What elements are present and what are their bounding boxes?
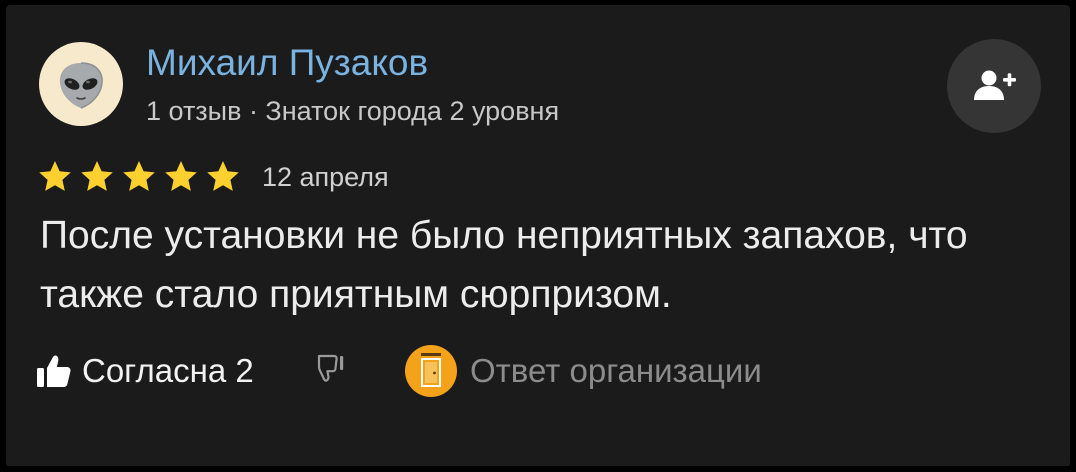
alien-emoji-icon [59, 62, 103, 109]
add-user-icon [974, 70, 1016, 100]
thumbs-up-icon [37, 355, 71, 387]
org-reply-button[interactable]: Ответ организации [405, 345, 762, 397]
like-button[interactable]: Согласна 2 [36, 346, 254, 396]
star-icon [207, 161, 239, 191]
review-date: 12 апреля [262, 162, 389, 192]
author-meta: 1 отзыв · Знаток города 2 уровня [146, 96, 560, 126]
thumbs-down-icon [317, 354, 344, 382]
star-icon [81, 161, 113, 191]
like-label: Согласна 2 [82, 352, 254, 389]
org-logo [405, 345, 457, 397]
door-logo-icon [421, 353, 441, 387]
org-reply-label: Ответ организации [470, 352, 762, 389]
star-icon [123, 161, 155, 191]
subscribe-button[interactable] [947, 39, 1041, 133]
star-icon [39, 161, 71, 191]
card-divider [6, 466, 1070, 472]
review-text: После установки не было неприятных запах… [40, 214, 968, 316]
author-name[interactable]: Михаил Пузаков [146, 41, 428, 85]
star-icon [165, 161, 197, 191]
author-avatar[interactable] [39, 42, 123, 126]
dislike-button[interactable] [314, 351, 350, 391]
rating-stars [38, 159, 244, 195]
